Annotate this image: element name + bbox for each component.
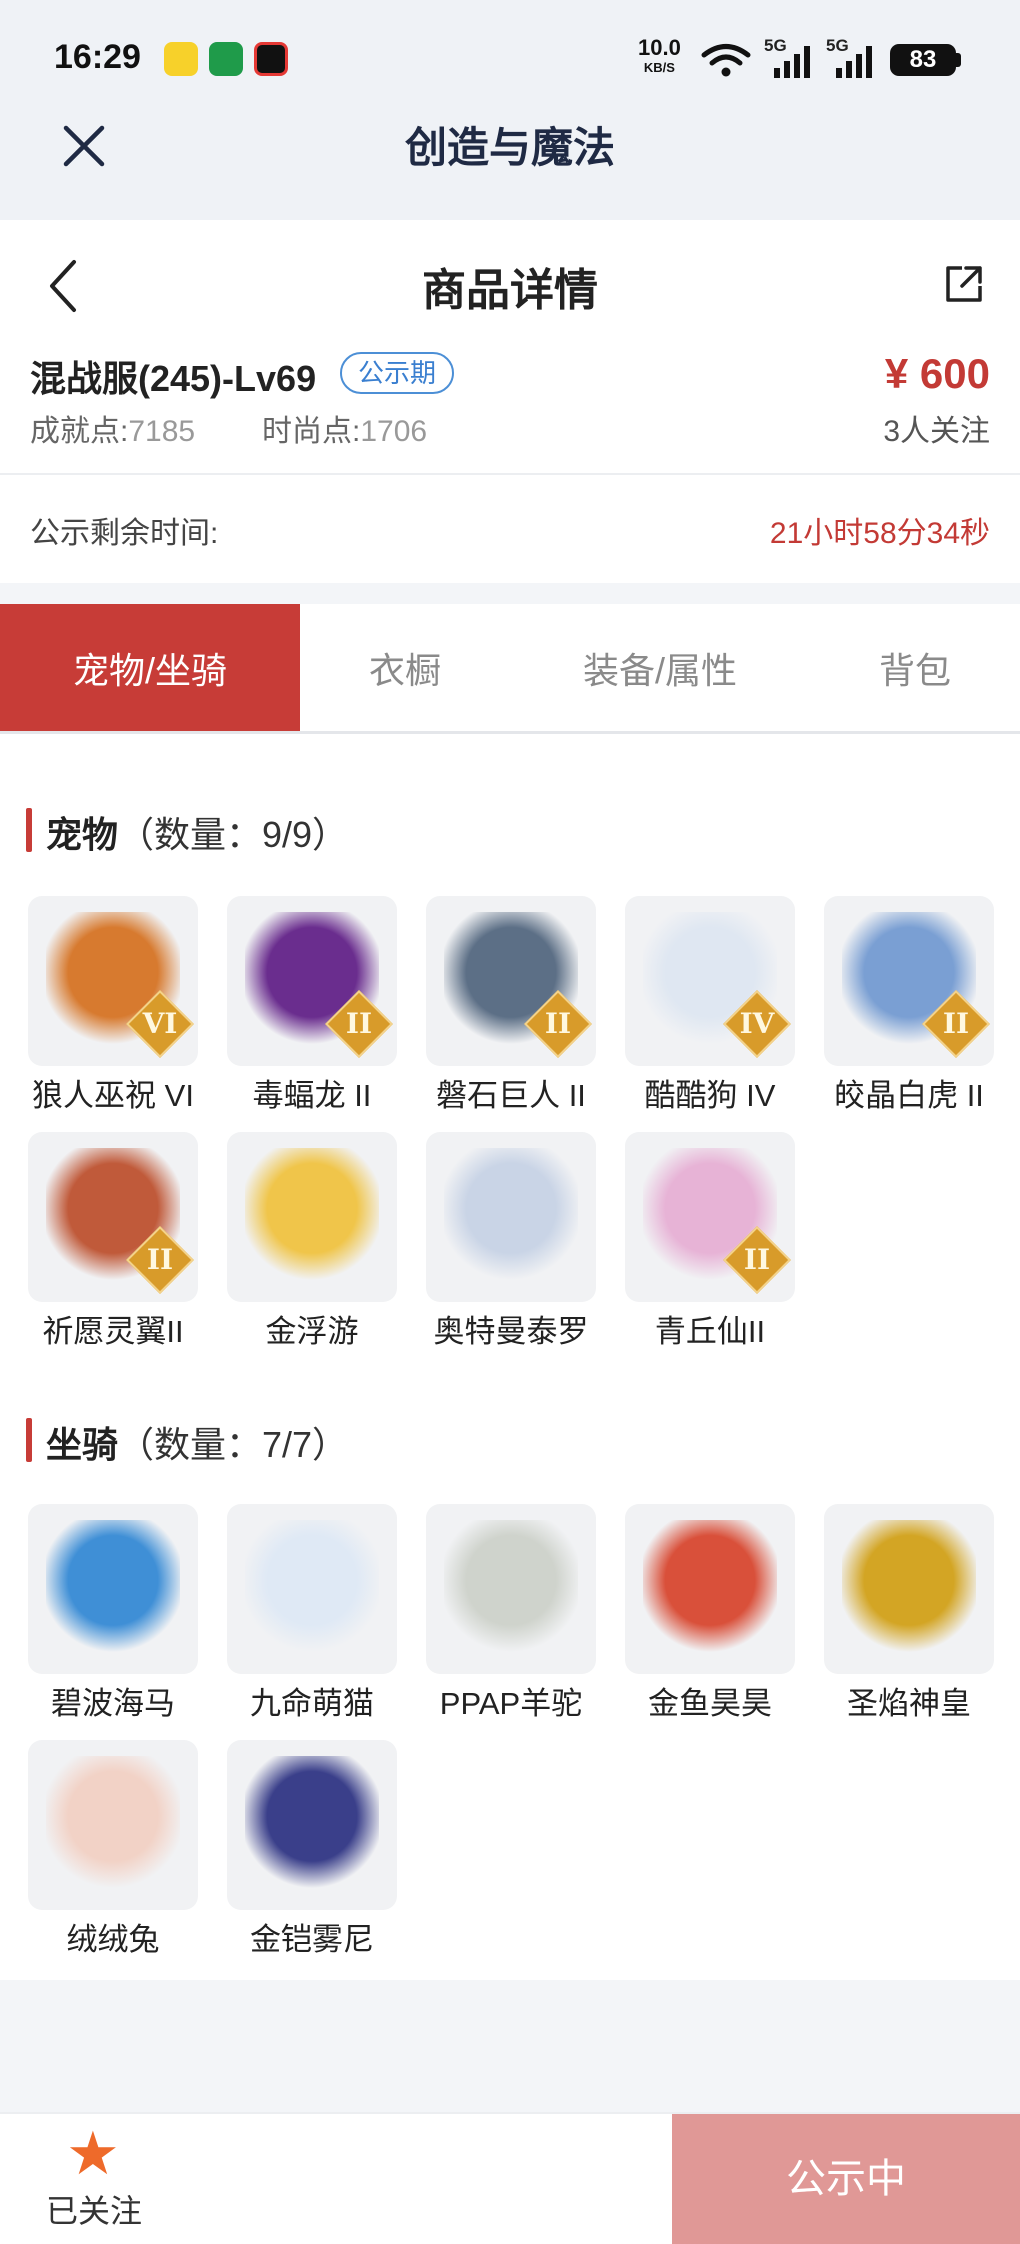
mount-thumbnail[interactable] <box>28 1504 198 1674</box>
notification-app-icon <box>164 42 198 76</box>
mount-thumbnail[interactable] <box>28 1740 198 1910</box>
mount-name: 金铠雾尼 <box>250 1922 374 1957</box>
mounts-section-title: 坐骑（数量：7/7） <box>46 1424 349 1465</box>
mount-name: 绒绒兔 <box>66 1922 160 1957</box>
mount-thumbnail[interactable] <box>824 1504 994 1674</box>
tab-pets-mounts[interactable]: 宠物/坐骑 <box>0 604 300 731</box>
pet-thumbnail[interactable]: II <box>625 1132 795 1302</box>
pet-item[interactable]: II 毒蝠龙 II <box>223 896 401 1115</box>
pet-item[interactable]: 金浮游 <box>223 1132 401 1351</box>
pet-artwork <box>245 1148 379 1282</box>
product-name: 混战服(245)-Lv69 <box>30 358 317 399</box>
pet-name: 祈愿灵翼II <box>42 1314 184 1349</box>
pet-name: 磐石巨人 II <box>436 1078 586 1113</box>
mount-item[interactable]: 金鱼昊昊 <box>621 1504 799 1723</box>
mount-artwork <box>46 1756 180 1890</box>
mount-name: 金鱼昊昊 <box>648 1686 772 1721</box>
tab-backpack[interactable]: 背包 <box>810 604 1020 731</box>
mount-thumbnail[interactable] <box>227 1740 397 1910</box>
pet-thumbnail[interactable] <box>227 1132 397 1302</box>
network-speed: 10.0 KB/S <box>638 35 681 76</box>
mount-thumbnail[interactable] <box>227 1504 397 1674</box>
follower-count: 3人关注 <box>883 415 990 448</box>
pet-name: 酷酷狗 IV <box>644 1078 776 1113</box>
pet-name: 皎晶白虎 II <box>834 1078 984 1113</box>
achievement-points: 成就点:7185 <box>30 415 196 448</box>
timer-value: 21小时58分34秒 <box>769 517 990 550</box>
price: ¥ 600 <box>884 350 990 397</box>
tier-badge-text: II <box>743 1243 771 1276</box>
mount-item[interactable]: PPAP羊驼 <box>422 1504 600 1723</box>
publicity-status-button[interactable]: 公示中 <box>672 2114 1020 2244</box>
pet-item[interactable]: VI 狼人巫祝 VI <box>24 896 202 1115</box>
app-title: 创造与魔法 <box>404 124 615 171</box>
pet-item[interactable]: II 青丘仙II <box>621 1132 799 1351</box>
star-icon[interactable]: ★ <box>66 2122 120 2186</box>
mount-name: 圣焰神皇 <box>847 1686 971 1721</box>
share-icon[interactable] <box>942 262 986 306</box>
pet-item[interactable]: IV 酷酷狗 IV <box>621 896 799 1115</box>
page-title: 商品详情 <box>422 266 598 315</box>
tier-badge-text: VI <box>142 1007 178 1040</box>
battery-indicator: 83 <box>890 44 956 76</box>
pet-item[interactable]: II 皎晶白虎 II <box>820 896 998 1115</box>
signal-2-icon <box>836 46 872 78</box>
mount-name: 碧波海马 <box>51 1686 175 1721</box>
mount-item[interactable]: 圣焰神皇 <box>820 1504 998 1723</box>
tab-wardrobe[interactable]: 衣橱 <box>300 604 510 731</box>
pet-thumbnail[interactable] <box>426 1132 596 1302</box>
tier-badge-text: IV <box>739 1007 775 1040</box>
pets-section-title: 宠物（数量：9/9） <box>46 814 349 855</box>
pet-name: 奥特曼泰罗 <box>433 1314 589 1349</box>
mount-name: PPAP羊驼 <box>439 1686 583 1721</box>
pet-thumbnail[interactable]: II <box>426 896 596 1066</box>
tier-badge-text: II <box>942 1007 970 1040</box>
pet-item[interactable]: II 磐石巨人 II <box>422 896 600 1115</box>
oppo-app-icon <box>209 42 243 76</box>
pet-thumbnail[interactable]: II <box>227 896 397 1066</box>
tier-badge-text: II <box>345 1007 373 1040</box>
pet-name: 青丘仙II <box>654 1314 766 1349</box>
mount-item[interactable]: 九命萌猫 <box>223 1504 401 1723</box>
mount-artwork <box>46 1520 180 1654</box>
pet-thumbnail[interactable]: IV <box>625 896 795 1066</box>
mount-name: 九命萌猫 <box>250 1686 374 1721</box>
mount-item[interactable]: 碧波海马 <box>24 1504 202 1723</box>
status-time: 16:29 <box>54 38 141 76</box>
fashion-points: 时尚点:1706 <box>262 415 428 448</box>
mount-item[interactable]: 金铠雾尼 <box>223 1740 401 1959</box>
screen-record-icon <box>254 42 288 76</box>
mount-item[interactable]: 绒绒兔 <box>24 1740 202 1959</box>
pet-thumbnail[interactable]: VI <box>28 896 198 1066</box>
mount-artwork <box>643 1520 777 1654</box>
mount-artwork <box>245 1756 379 1890</box>
tier-badge-text: II <box>146 1243 174 1276</box>
pet-name: 毒蝠龙 II <box>252 1078 372 1113</box>
status-badge: 公示期 <box>340 352 455 394</box>
pet-thumbnail[interactable]: II <box>824 896 994 1066</box>
pet-name: 狼人巫祝 VI <box>32 1078 194 1113</box>
tab-bar: 宠物/坐骑 衣橱 装备/属性 背包 <box>0 604 1020 734</box>
mount-artwork <box>245 1520 379 1654</box>
pet-artwork <box>444 1148 578 1282</box>
section-marker <box>26 1418 32 1462</box>
tier-badge-text: II <box>544 1007 572 1040</box>
pet-name: 金浮游 <box>265 1314 359 1349</box>
wifi-icon <box>701 44 751 77</box>
pet-item[interactable]: 奥特曼泰罗 <box>422 1132 600 1351</box>
tab-equipment[interactable]: 装备/属性 <box>510 604 810 731</box>
pet-item[interactable]: II 祈愿灵翼II <box>24 1132 202 1351</box>
signal-1-icon <box>774 46 810 78</box>
mount-artwork <box>444 1520 578 1654</box>
pet-thumbnail[interactable]: II <box>28 1132 198 1302</box>
mount-artwork <box>842 1520 976 1654</box>
battery-tip <box>956 53 961 67</box>
section-marker <box>26 808 32 852</box>
timer-label: 公示剩余时间: <box>30 517 219 550</box>
follow-label[interactable]: 已关注 <box>46 2186 142 2232</box>
mount-thumbnail[interactable] <box>625 1504 795 1674</box>
mount-thumbnail[interactable] <box>426 1504 596 1674</box>
